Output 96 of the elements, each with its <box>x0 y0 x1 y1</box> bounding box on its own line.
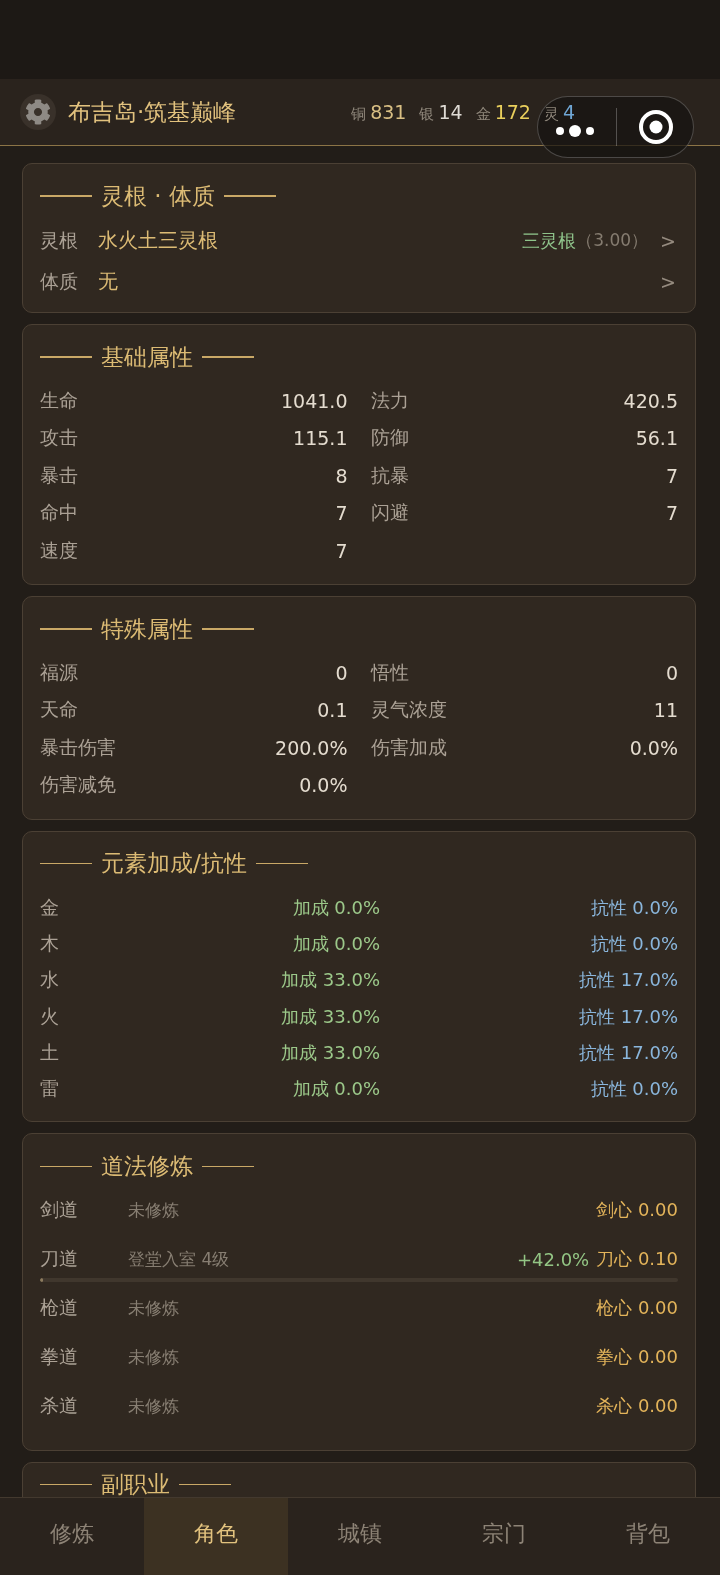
heart-value: 杀心 0.00 <box>596 1394 678 1419</box>
resist-value: 抗性 0.0% <box>590 931 678 956</box>
currency-value: 172 <box>494 100 531 123</box>
currency-label: 铜 <box>351 104 367 124</box>
stat-label: 抗暴 <box>370 462 409 488</box>
bonus-value: 加成 33.0% <box>281 968 380 993</box>
element-label: 木 <box>40 930 60 956</box>
resist-value: 抗性 0.0% <box>590 895 678 920</box>
field-value: 水火土三灵根 <box>98 227 219 254</box>
stat-label: 防御 <box>370 425 409 451</box>
dao-label: 刀道 <box>40 1246 79 1272</box>
stat-value: 7 <box>335 539 348 562</box>
dao-label: 剑道 <box>40 1197 79 1223</box>
section-title: 道法修炼 <box>101 1151 193 1181</box>
stat-value: 0.0% <box>299 774 348 797</box>
dao-status: 登堂入室 4级 <box>128 1247 231 1271</box>
stat-value: 7 <box>665 502 678 525</box>
nav-tab[interactable]: 城镇 <box>288 1498 432 1575</box>
stat-label: 速度 <box>40 537 78 563</box>
score-text: （3.00） <box>576 229 649 252</box>
nav-tab[interactable]: 背包 <box>576 1498 720 1575</box>
stat-value: 11 <box>653 699 678 722</box>
stat-value: 0.0% <box>629 736 678 759</box>
stat-value: 200.0% <box>275 736 348 759</box>
settings-icon[interactable] <box>20 94 56 130</box>
dao-status: 未修炼 <box>128 1394 180 1418</box>
dao-label: 杀道 <box>40 1393 79 1419</box>
section-title: 灵根 · 体质 <box>101 181 215 211</box>
element-label: 雷 <box>40 1076 60 1102</box>
bonus-value: 加成 0.0% <box>292 931 380 956</box>
currency-value: 831 <box>370 100 407 123</box>
stat-value: 420.5 <box>623 389 678 412</box>
resist-value: 抗性 0.0% <box>590 1077 678 1102</box>
stat-label: 暴击 <box>40 462 78 488</box>
currency-label: 银 <box>419 104 435 124</box>
field-label: 灵根 <box>40 227 79 253</box>
dao-status: 未修炼 <box>128 1296 180 1320</box>
bonus-value: 加成 33.0% <box>281 1040 380 1065</box>
grade-text: 三灵根 <box>522 228 577 253</box>
chevron-link[interactable]: > <box>658 270 678 293</box>
heart-value: 刀心 0.10 <box>596 1247 678 1272</box>
currency-label: 灵 <box>543 104 559 124</box>
section-title: 副职业 <box>101 1469 170 1497</box>
stat-value: 0.1 <box>317 699 348 722</box>
currency-value: 4 <box>562 100 575 123</box>
currency-value: 14 <box>438 100 463 123</box>
stat-value: 0 <box>665 661 678 684</box>
dao-status: 未修炼 <box>128 1345 180 1369</box>
section-title: 特殊属性 <box>101 614 193 644</box>
stat-value: 56.1 <box>635 427 678 450</box>
heart-value: 枪心 0.00 <box>596 1296 678 1321</box>
field-label: 体质 <box>40 268 79 294</box>
resist-value: 抗性 17.0% <box>579 1004 678 1029</box>
stat-label: 暴击伤害 <box>40 734 116 760</box>
circle-dot-icon[interactable] <box>639 110 673 144</box>
location-title: 布吉岛·筑基巅峰 <box>68 97 238 127</box>
heart-value: 剑心 0.00 <box>596 1198 678 1223</box>
bonus-value: 加成 0.0% <box>292 1077 380 1102</box>
currency-label: 金 <box>475 104 491 124</box>
element-label: 金 <box>40 894 60 920</box>
stat-value: 115.1 <box>293 427 348 450</box>
boost-value: +42.0% <box>516 1248 590 1270</box>
stat-value: 1041.0 <box>281 389 348 412</box>
stat-value: 7 <box>335 502 348 525</box>
element-label: 土 <box>40 1039 60 1065</box>
dao-label: 拳道 <box>40 1344 79 1370</box>
stat-label: 天命 <box>40 697 78 723</box>
stat-label: 攻击 <box>40 425 78 451</box>
stat-label: 福源 <box>40 659 78 685</box>
heart-value: 拳心 0.00 <box>596 1345 678 1370</box>
bonus-value: 加成 33.0% <box>281 1004 380 1029</box>
element-label: 火 <box>40 1003 60 1029</box>
nav-tab[interactable]: 角色 <box>144 1498 288 1575</box>
stat-label: 法力 <box>370 387 409 413</box>
stat-label: 闪避 <box>370 500 409 526</box>
dao-status: 未修炼 <box>128 1198 180 1222</box>
stat-label: 伤害减免 <box>40 772 116 798</box>
stat-label: 灵气浓度 <box>370 697 447 723</box>
resist-value: 抗性 17.0% <box>579 1040 678 1065</box>
section-title: 元素加成/抗性 <box>101 849 247 878</box>
resist-value: 抗性 17.0% <box>579 968 678 993</box>
stat-label: 命中 <box>40 500 78 526</box>
stat-label: 伤害加成 <box>370 734 447 760</box>
stat-value: 0 <box>335 661 348 684</box>
chevron-link[interactable]: > <box>658 229 678 252</box>
nav-tab[interactable]: 修炼 <box>0 1498 144 1575</box>
stat-value: 7 <box>665 464 678 487</box>
dao-label: 枪道 <box>40 1295 79 1321</box>
nav-tab[interactable]: 宗门 <box>432 1498 576 1575</box>
stat-label: 悟性 <box>370 659 409 685</box>
field-value: 无 <box>98 268 119 295</box>
section-title: 基础属性 <box>101 342 193 372</box>
bonus-value: 加成 0.0% <box>292 895 380 920</box>
stat-label: 生命 <box>40 387 78 413</box>
element-label: 水 <box>40 967 60 993</box>
stat-value: 8 <box>335 464 348 487</box>
